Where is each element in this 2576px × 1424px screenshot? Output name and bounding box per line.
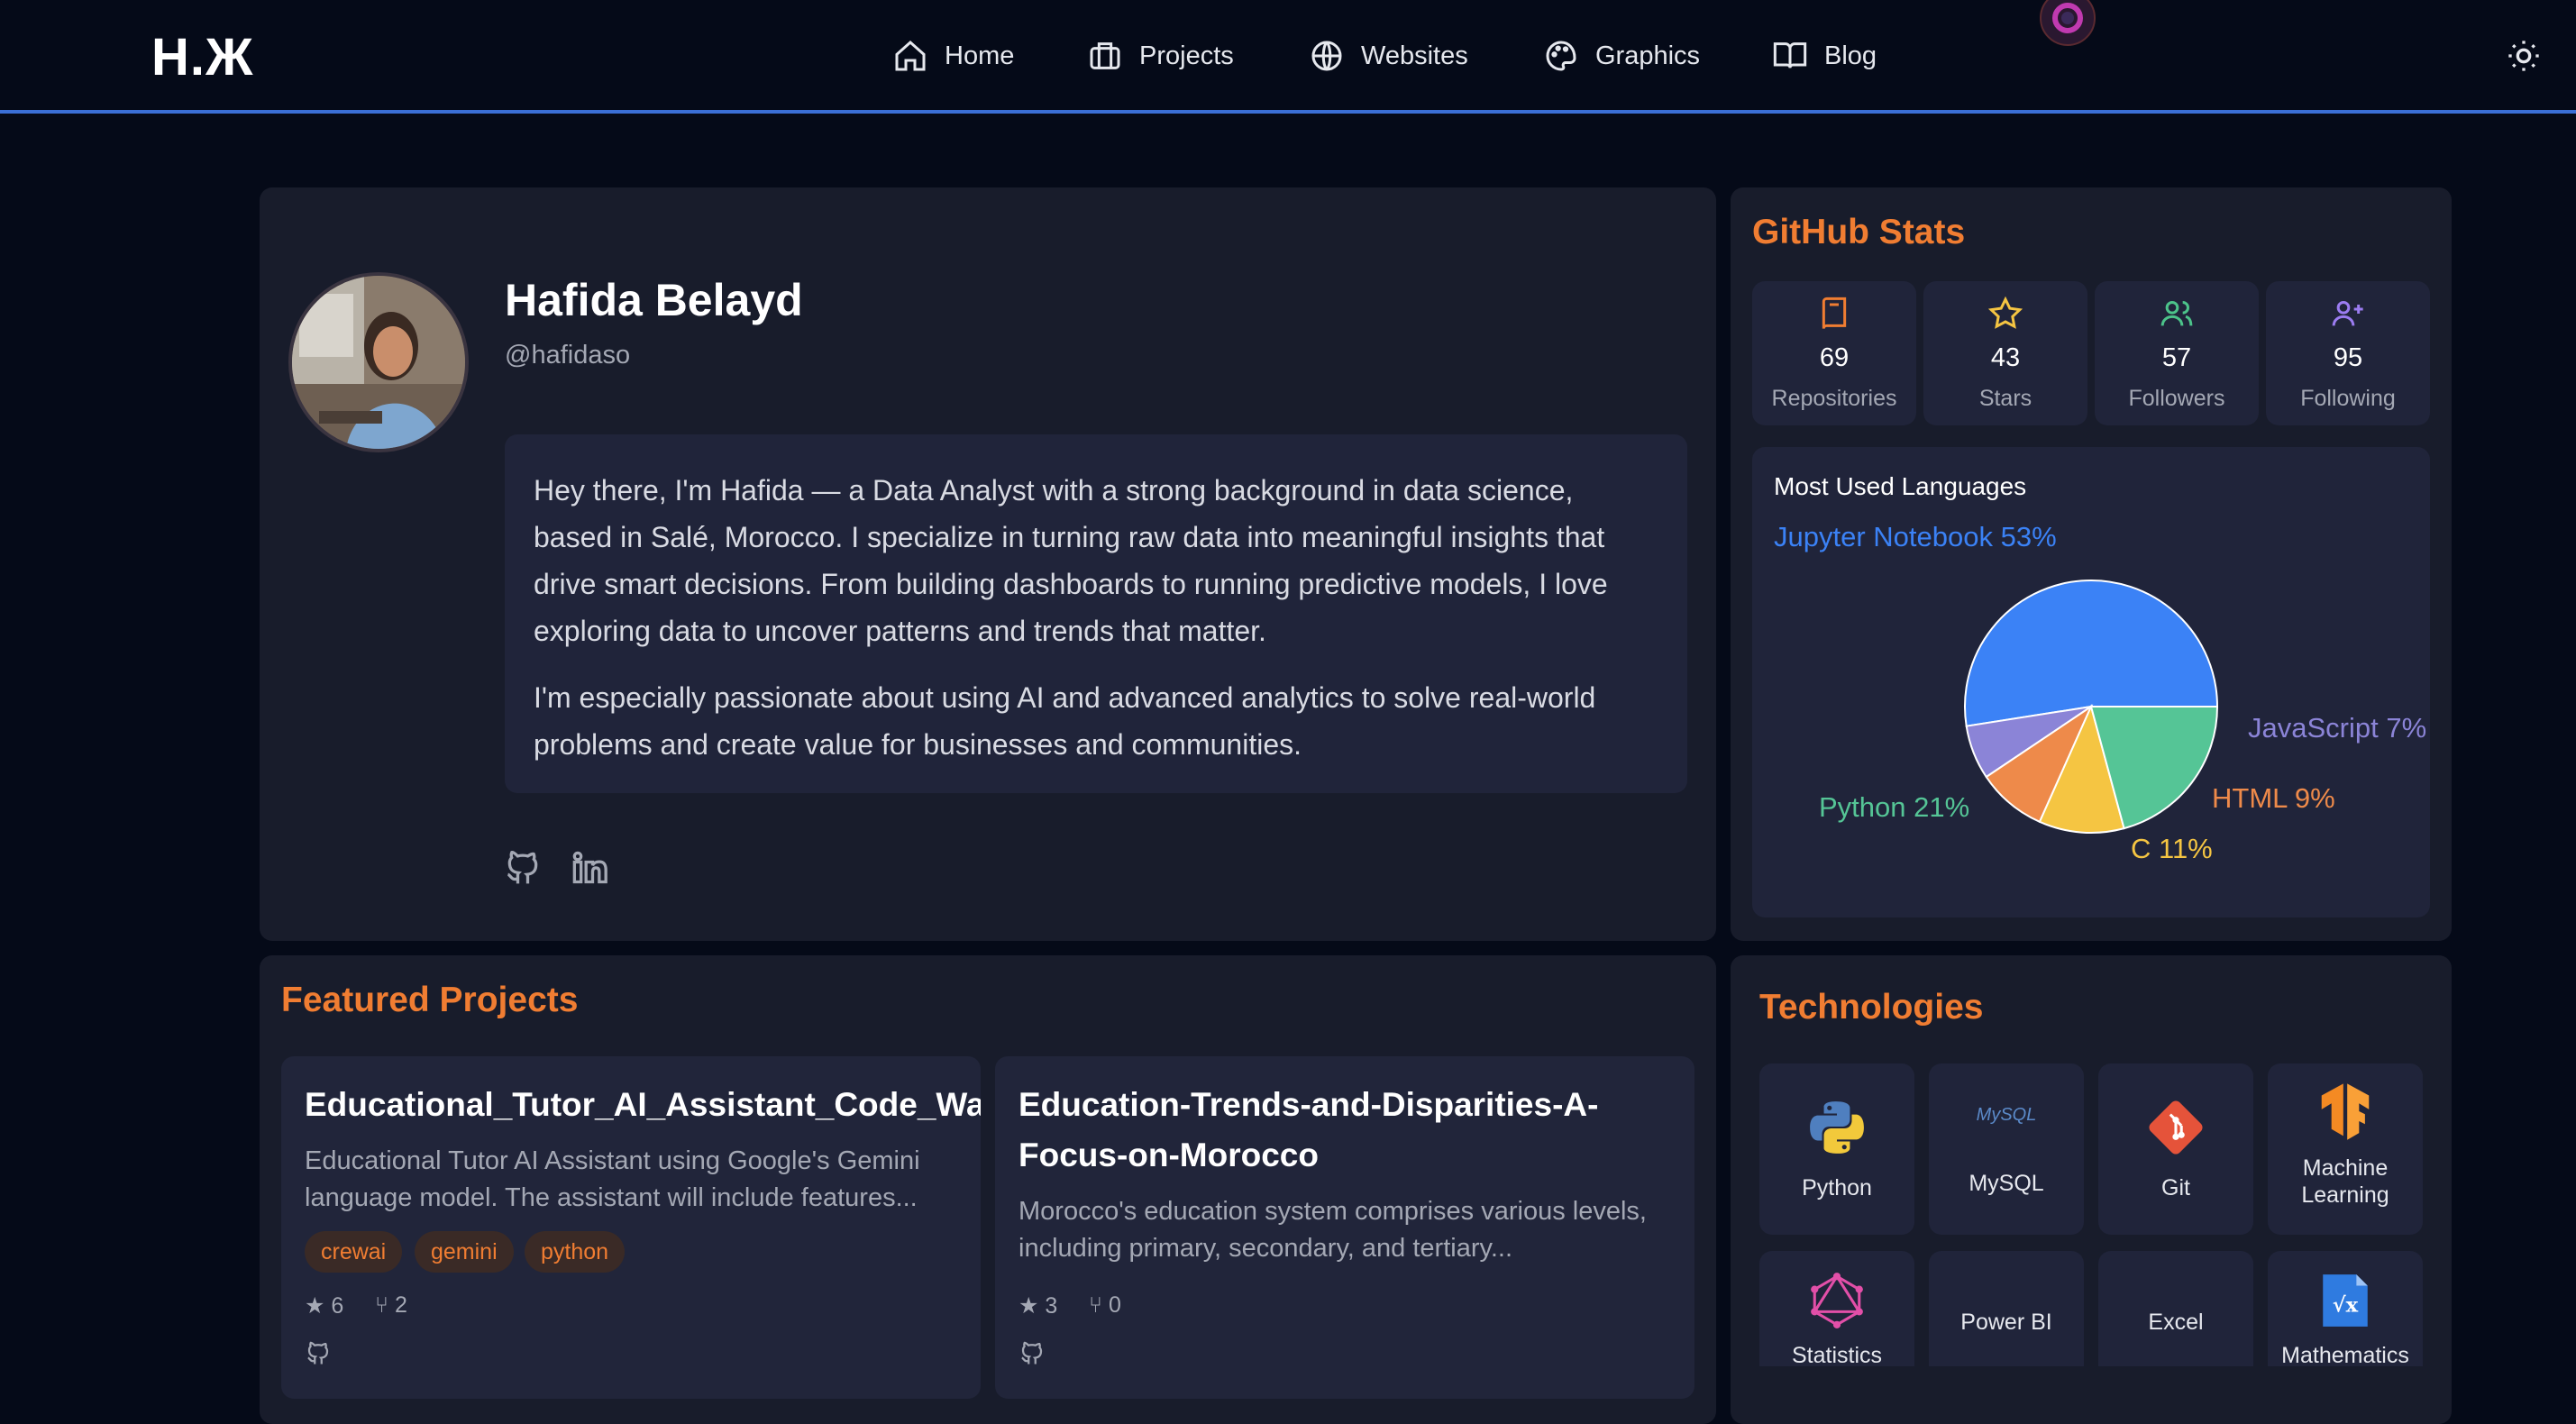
user-plus-icon — [2332, 301, 2363, 326]
pie-slice-label: HTML 9% — [2212, 782, 2335, 814]
git-icon — [2149, 1100, 2203, 1155]
project-stars: ★ 3 — [1019, 1293, 1058, 1319]
github-stats-title: GitHub Stats — [1752, 213, 1966, 251]
top-navbar — [0, 0, 2576, 114]
nav-home-label: Home — [945, 41, 1015, 70]
pie-slice-label: Jupyter Notebook 53% — [1774, 521, 2057, 552]
stat-label: Following — [2300, 386, 2396, 411]
tech-label-line-1: Machine — [2302, 1155, 2389, 1181]
project-title-line-1[interactable]: Education-Trends-and-Disparities-A- — [1019, 1080, 1598, 1130]
languages-card: Most Used Languages Jupyter Notebook 53%… — [1752, 447, 2430, 917]
project-title[interactable]: Educational_Tutor_AI_Assistant_Code_Walk… — [305, 1080, 981, 1130]
tech-mysql[interactable]: MySQL MySQL — [1929, 1063, 2084, 1235]
pie-slice[interactable] — [1964, 580, 2219, 727]
nav-blog-label: Blog — [1824, 41, 1877, 70]
tech-power-bi[interactable]: Power BI — [1929, 1251, 2084, 1366]
stat-repositories: 69 Repositories — [1752, 281, 1916, 425]
nav-graphics-label: Graphics — [1595, 41, 1701, 70]
project-forks: ⑂ 2 — [375, 1292, 407, 1318]
tech-machine-learning[interactable]: Machine Learning — [2268, 1063, 2423, 1235]
tensorflow-icon — [2321, 1083, 2370, 1140]
stat-label: Followers — [2128, 386, 2225, 411]
book-icon — [1773, 42, 1807, 68]
pie-slice-label: C 11% — [2131, 833, 2213, 864]
nav-websites-label: Websites — [1361, 41, 1468, 70]
nav-projects[interactable]: Projects — [1087, 32, 1234, 79]
stat-label: Stars — [1978, 386, 2032, 411]
project-card[interactable]: Educational_Tutor_AI_Assistant_Code_Walk… — [281, 1056, 981, 1399]
github-icon[interactable] — [1019, 1339, 1046, 1366]
tech-label: Power BI — [1960, 1310, 2052, 1335]
tech-python[interactable]: Python — [1759, 1063, 1914, 1235]
stat-label: Repositories — [1771, 386, 1897, 411]
sun-icon[interactable] — [2506, 38, 2542, 74]
home-icon — [895, 40, 926, 71]
forks-count: 2 — [394, 1292, 407, 1318]
users-icon — [2160, 301, 2193, 326]
featured-projects-title: Featured Projects — [281, 981, 579, 1019]
stat-value: 57 — [2161, 343, 2192, 372]
stat-value: 95 — [2333, 343, 2363, 372]
bio-paragraph-2: I'm especially passionate about using AI… — [534, 681, 1596, 761]
linkedin-icon[interactable] — [568, 847, 607, 887]
github-icon[interactable] — [503, 847, 543, 887]
pie-slice-label: JavaScript 7% — [2248, 712, 2426, 744]
tech-statistics[interactable]: Statistics — [1759, 1251, 1914, 1366]
tech-label: Mathematics — [2281, 1343, 2409, 1366]
mathematics-icon: √x — [2323, 1274, 2368, 1327]
nav-projects-label: Projects — [1139, 41, 1234, 70]
stat-value: 69 — [1819, 343, 1850, 372]
statistics-icon — [1811, 1273, 1863, 1328]
tech-label: Git — [2161, 1175, 2190, 1200]
stars-count: 3 — [1045, 1293, 1058, 1319]
profile-name: Hafida Belayd — [505, 275, 803, 325]
briefcase-icon — [1090, 42, 1120, 69]
stat-stars: 43 Stars — [1923, 281, 2087, 425]
project-card[interactable]: Education-Trends-and-Disparities-A- Focu… — [995, 1056, 1694, 1399]
stat-following: 95 Following — [2266, 281, 2430, 425]
nav-websites[interactable]: Websites — [1309, 32, 1468, 79]
tech-label: Excel — [2148, 1310, 2204, 1335]
globe-icon — [1311, 41, 1342, 71]
project-forks: ⑂ 0 — [1089, 1292, 1121, 1318]
tech-label: Python — [1802, 1175, 1872, 1200]
project-description: Morocco's education system comprises var… — [1019, 1197, 1647, 1263]
profile-bio: Hey there, I'm Hafida — a Data Analyst w… — [505, 434, 1687, 793]
profile-handle: @hafidaso — [505, 341, 631, 370]
nav-home[interactable]: Home — [892, 32, 1014, 79]
stat-followers: 57 Followers — [2095, 281, 2259, 425]
project-description: Educational Tutor AI Assistant using Goo… — [305, 1146, 920, 1212]
star-icon — [1987, 296, 2023, 329]
svg-text:√x: √x — [2333, 1293, 2359, 1317]
site-logo[interactable]: H.Ж — [151, 27, 253, 87]
tech-label: MySQL — [1969, 1171, 2044, 1196]
tech-label: Statistics — [1791, 1343, 1883, 1366]
orb-icon — [2040, 0, 2096, 46]
nav-blog[interactable]: Blog — [1772, 32, 1877, 79]
project-tag[interactable]: python — [525, 1231, 626, 1273]
stars-count: 6 — [331, 1293, 344, 1319]
technologies-title: Technologies — [1759, 988, 1984, 1027]
avatar — [288, 272, 469, 452]
project-stars: ★ 6 — [305, 1293, 344, 1319]
python-icon — [1810, 1101, 1864, 1154]
tech-git[interactable]: Git — [2098, 1063, 2253, 1235]
mysql-icon: MySQL — [1976, 1105, 2037, 1125]
bio-paragraph-1: Hey there, I'm Hafida — a Data Analyst w… — [534, 474, 1608, 647]
tech-excel[interactable]: Excel — [2098, 1251, 2253, 1366]
project-tag[interactable]: gemini — [415, 1231, 514, 1273]
languages-pie-chart: Jupyter Notebook 53% JavaScript 7% HTML 9%… — [1774, 521, 2426, 864]
tech-mathematics[interactable]: √x Mathematics — [2268, 1251, 2423, 1366]
project-title-line-2[interactable]: Focus-on-Morocco — [1019, 1130, 1319, 1181]
forks-count: 0 — [1108, 1292, 1121, 1318]
book-icon — [1822, 297, 1847, 329]
palette-icon — [1546, 41, 1576, 71]
github-icon[interactable] — [305, 1339, 332, 1366]
pie-slice-label: Python 21% — [1819, 791, 1969, 823]
stat-value: 43 — [1990, 343, 2021, 372]
tech-label-line-2: Learning — [2301, 1182, 2389, 1208]
project-tag[interactable]: crewai — [305, 1231, 403, 1273]
nav-graphics[interactable]: Graphics — [1543, 32, 1700, 79]
